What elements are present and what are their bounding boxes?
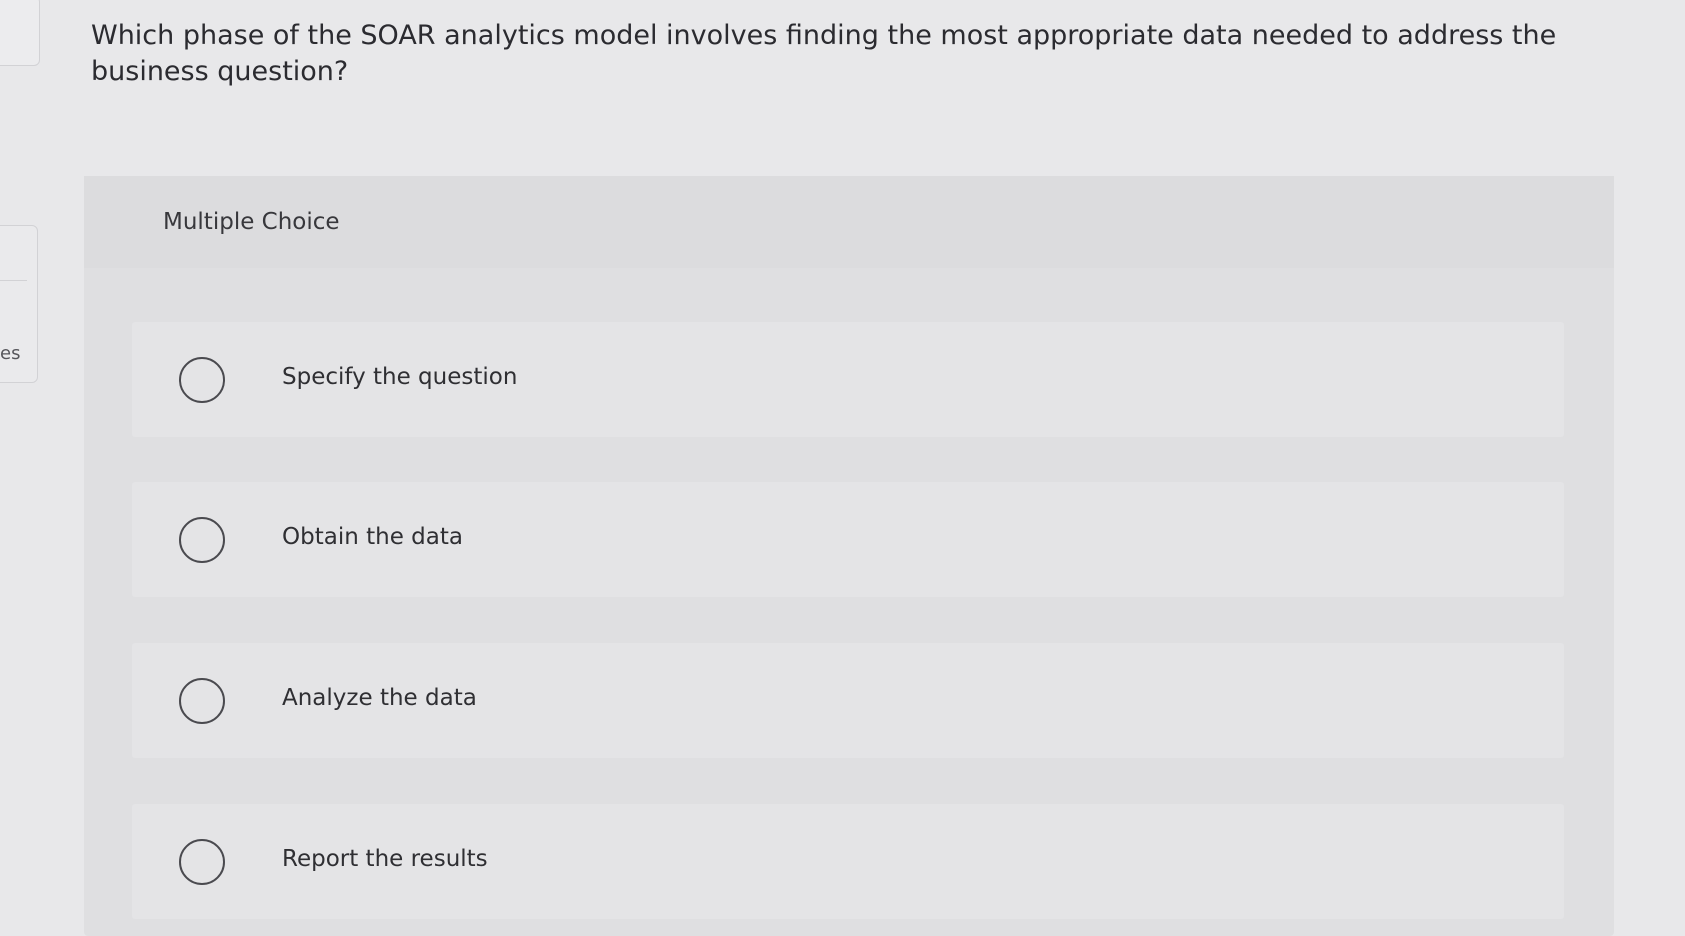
sidebar-tab-divider <box>0 280 27 281</box>
left-sidebar-edge: es <box>0 0 40 916</box>
choice-option[interactable]: Report the results <box>132 804 1564 919</box>
choice-label: Obtain the data <box>282 524 463 550</box>
radio-button[interactable] <box>179 678 225 724</box>
sidebar-tab-top[interactable] <box>0 0 40 66</box>
multiple-choice-panel: Multiple Choice Specify the question Obt… <box>84 176 1614 936</box>
panel-header: Multiple Choice <box>84 176 1614 268</box>
choice-option[interactable]: Analyze the data <box>132 643 1564 758</box>
radio-button[interactable] <box>179 517 225 563</box>
choice-option[interactable]: Specify the question <box>132 322 1564 437</box>
choice-label: Analyze the data <box>282 685 477 711</box>
choice-option[interactable]: Obtain the data <box>132 482 1564 597</box>
sidebar-tab-label: es <box>0 343 21 364</box>
panel-title: Multiple Choice <box>163 209 340 235</box>
radio-button[interactable] <box>179 357 225 403</box>
choice-label: Specify the question <box>282 364 518 390</box>
question-text: Which phase of the SOAR analytics model … <box>91 20 1557 87</box>
choice-label: Report the results <box>282 846 488 872</box>
radio-button[interactable] <box>179 839 225 885</box>
